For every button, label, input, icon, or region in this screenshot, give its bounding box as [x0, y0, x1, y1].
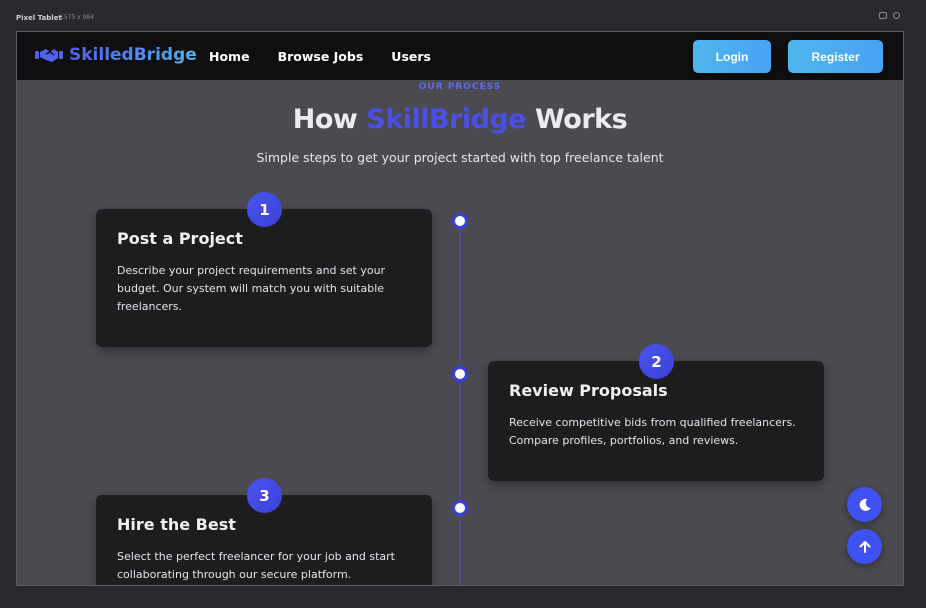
timeline-dot [452, 366, 468, 382]
theme-toggle-button[interactable] [847, 487, 882, 522]
handshake-icon [35, 49, 63, 62]
nav-browse-jobs[interactable]: Browse Jobs [278, 49, 364, 64]
step-title: Hire the Best [117, 515, 236, 534]
device-name: Pixel Tablet [16, 14, 62, 22]
step-title: Post a Project [117, 229, 243, 248]
settings-icon[interactable] [893, 12, 900, 19]
top-navbar: SkilledBridge Home Browse Jobs Users Log… [17, 32, 903, 80]
title-prefix: How [292, 104, 358, 135]
step-number-badge: 1 [247, 192, 282, 227]
device-toolbar: Pixel Tablet 1575 x 984 [0, 0, 926, 30]
device-dimensions: 1575 x 984 [60, 14, 95, 21]
step-number-badge: 2 [639, 344, 674, 379]
device-viewport: SkilledBridge Home Browse Jobs Users Log… [16, 31, 904, 586]
brand-name: SkilledBridge [69, 45, 197, 65]
step-card: Post a Project Describe your project req… [96, 209, 432, 347]
timeline-line [459, 212, 461, 585]
moon-icon [859, 498, 871, 511]
title-accent: SkillBridge [366, 104, 527, 135]
device-controls [879, 12, 900, 19]
step-description: Select the perfect freelancer for your j… [117, 550, 395, 581]
register-button[interactable]: Register [788, 40, 883, 73]
timeline-dot [452, 213, 468, 229]
step-description: Describe your project requirements and s… [117, 264, 386, 313]
login-button[interactable]: Login [693, 40, 771, 73]
brand-logo[interactable]: SkilledBridge [35, 45, 197, 65]
step-title: Review Proposals [509, 381, 668, 400]
step-number-badge: 3 [247, 478, 282, 513]
step-description: Receive competitive bids from qualified … [509, 416, 796, 447]
section-eyebrow: OUR PROCESS [418, 82, 502, 92]
nav-users[interactable]: Users [391, 49, 431, 64]
nav-links: Home Browse Jobs Users [209, 49, 431, 64]
step-card: Review Proposals Receive competitive bid… [488, 361, 824, 481]
section-subtitle: Simple steps to get your project started… [256, 150, 664, 165]
rotate-icon[interactable] [879, 12, 887, 19]
nav-home[interactable]: Home [209, 49, 250, 64]
scroll-to-top-button[interactable] [847, 529, 882, 564]
timeline-dot [452, 500, 468, 516]
section-title: How SkillBridge Works [17, 104, 903, 135]
title-suffix: Works [534, 104, 628, 135]
arrow-up-icon [859, 540, 870, 553]
